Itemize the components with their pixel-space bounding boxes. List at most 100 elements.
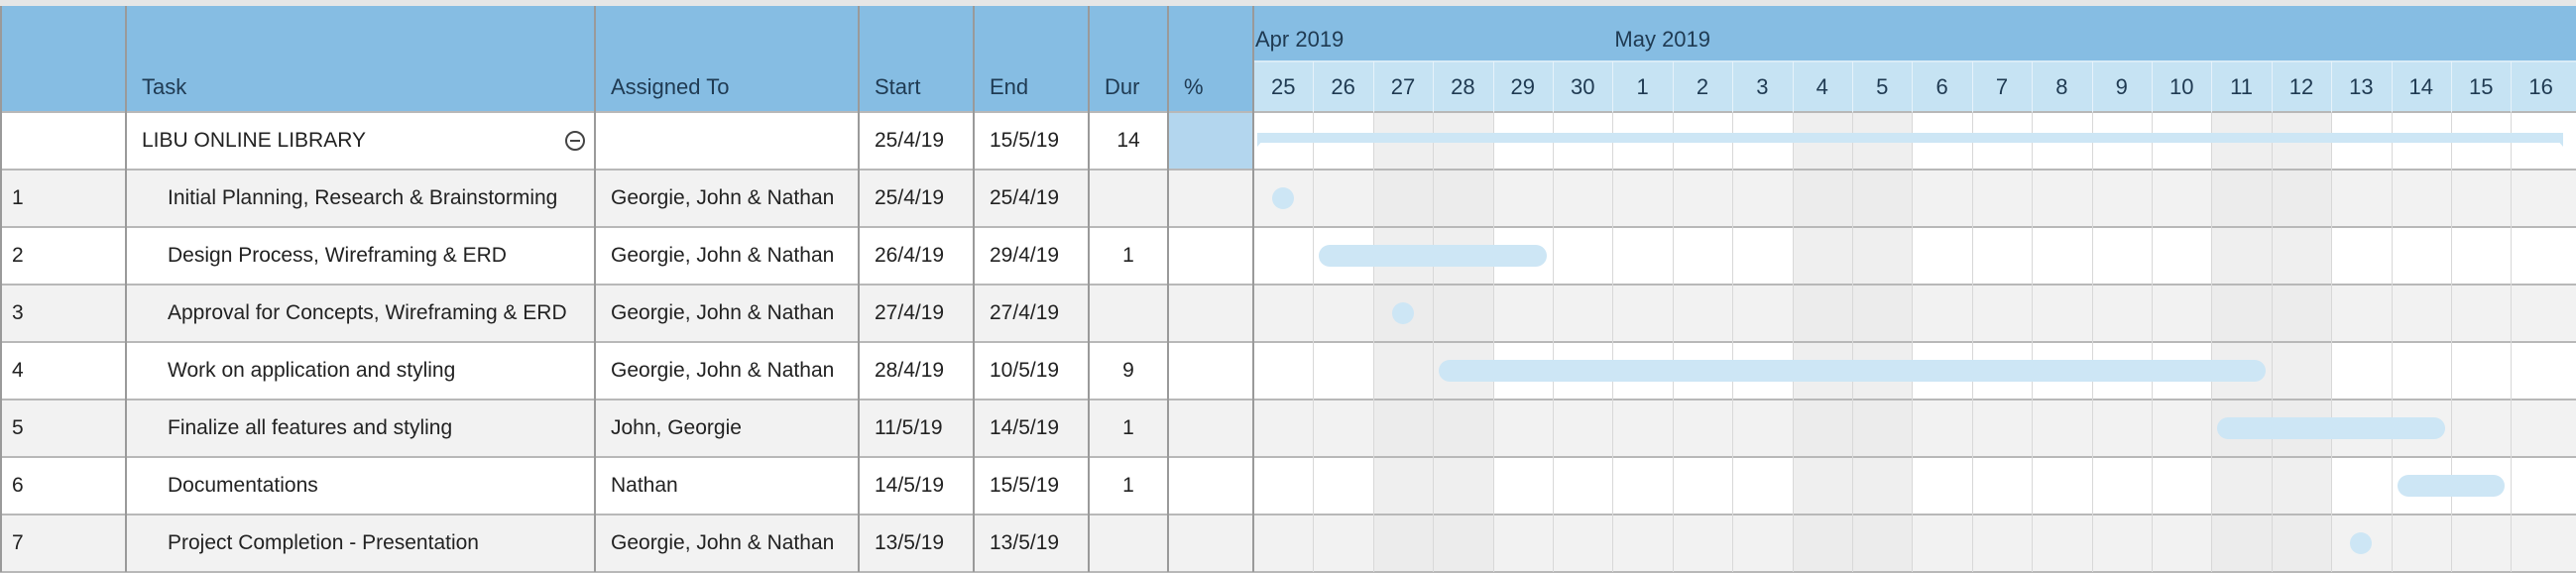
day-divider bbox=[1492, 112, 1494, 572]
day-divider bbox=[2211, 112, 2213, 572]
task-duration[interactable] bbox=[1089, 285, 1168, 342]
day-divider bbox=[1792, 112, 1794, 572]
day-divider bbox=[1433, 61, 1435, 112]
project-summary-bar[interactable] bbox=[1257, 133, 2563, 143]
task-assigned[interactable]: Nathan bbox=[611, 457, 859, 515]
task-name[interactable]: Initial Planning, Research & Brainstormi… bbox=[168, 170, 591, 227]
day-label: 27 bbox=[1390, 73, 1416, 99]
task-start[interactable]: 14/5/19 bbox=[875, 457, 974, 515]
row-number: 2 bbox=[12, 244, 24, 267]
month-header-bar bbox=[1253, 6, 2576, 61]
task-end[interactable]: 14/5/19 bbox=[990, 400, 1089, 457]
column-header-task[interactable]: Task bbox=[142, 61, 595, 112]
task-name[interactable]: Finalize all features and styling bbox=[168, 400, 591, 457]
task-end[interactable]: 27/4/19 bbox=[990, 285, 1089, 342]
task-assigned[interactable]: Georgie, John & Nathan bbox=[611, 515, 859, 572]
column-header-dur[interactable]: Dur bbox=[1105, 61, 1168, 112]
day-divider bbox=[1553, 112, 1554, 572]
task-assigned[interactable]: Georgie, John & Nathan bbox=[611, 170, 859, 227]
day-divider bbox=[2091, 112, 2093, 572]
task-assigned[interactable]: Georgie, John & Nathan bbox=[611, 285, 859, 342]
day-label: 9 bbox=[2115, 73, 2128, 99]
task-end[interactable]: 29/4/19 bbox=[990, 227, 1089, 285]
task-start[interactable]: 25/4/19 bbox=[875, 170, 974, 227]
task-name[interactable]: Design Process, Wireframing & ERD bbox=[168, 227, 591, 285]
task-end[interactable]: 15/5/19 bbox=[990, 457, 1089, 515]
task-name[interactable]: Project Completion - Presentation bbox=[168, 515, 591, 572]
task-name[interactable]: Approval for Concepts, Wireframing & ERD bbox=[168, 285, 591, 342]
task-name[interactable]: Documentations bbox=[168, 457, 591, 515]
task-assigned[interactable]: Georgie, John & Nathan bbox=[611, 227, 859, 285]
task-start[interactable]: 28/4/19 bbox=[875, 342, 974, 400]
task-start[interactable]: 11/5/19 bbox=[875, 400, 974, 457]
task-bar[interactable] bbox=[1439, 360, 2266, 382]
day-divider bbox=[1672, 112, 1674, 572]
row-number: 6 bbox=[12, 474, 24, 497]
day-label: 3 bbox=[1756, 73, 1769, 99]
task-percent[interactable] bbox=[1184, 227, 1253, 285]
task-start[interactable]: 27/4/19 bbox=[875, 285, 974, 342]
day-divider bbox=[1912, 61, 1914, 112]
project-name[interactable]: LIBU ONLINE LIBRARY bbox=[142, 112, 595, 170]
project-duration[interactable]: 14 bbox=[1089, 112, 1168, 170]
task-end[interactable]: 25/4/19 bbox=[990, 170, 1089, 227]
day-divider bbox=[2451, 112, 2452, 572]
milestone-marker[interactable] bbox=[1392, 302, 1414, 324]
task-percent[interactable] bbox=[1184, 457, 1253, 515]
day-label: 15 bbox=[2468, 73, 2494, 99]
task-duration[interactable]: 1 bbox=[1089, 457, 1168, 515]
task-percent[interactable] bbox=[1184, 170, 1253, 227]
task-bar[interactable] bbox=[2397, 475, 2506, 497]
day-divider bbox=[2391, 61, 2393, 112]
column-header-pct[interactable]: % bbox=[1184, 61, 1253, 112]
day-label: 1 bbox=[1636, 73, 1649, 99]
day-divider bbox=[2271, 61, 2273, 112]
day-label: 7 bbox=[1995, 73, 2009, 99]
day-divider bbox=[2271, 112, 2273, 572]
day-label: 5 bbox=[1876, 73, 1889, 99]
day-divider bbox=[1971, 112, 1973, 572]
task-assigned[interactable]: Georgie, John & Nathan bbox=[611, 342, 859, 400]
day-divider bbox=[1313, 61, 1315, 112]
day-divider bbox=[2451, 61, 2452, 112]
day-divider bbox=[1912, 112, 1914, 572]
day-label: 25 bbox=[1270, 73, 1296, 99]
task-assigned[interactable]: John, Georgie bbox=[611, 400, 859, 457]
task-end[interactable]: 13/5/19 bbox=[990, 515, 1089, 572]
column-header-start[interactable]: Start bbox=[875, 61, 974, 112]
task-end[interactable]: 10/5/19 bbox=[990, 342, 1089, 400]
column-header-end[interactable]: End bbox=[990, 61, 1089, 112]
day-divider bbox=[1672, 61, 1674, 112]
day-divider bbox=[1971, 61, 1973, 112]
task-percent[interactable] bbox=[1184, 285, 1253, 342]
task-name[interactable]: Work on application and styling bbox=[168, 342, 591, 400]
column-header-assigned[interactable]: Assigned To bbox=[611, 61, 859, 112]
day-divider bbox=[1553, 61, 1554, 112]
pct-cell-selected[interactable] bbox=[1168, 112, 1253, 170]
task-duration[interactable] bbox=[1089, 515, 1168, 572]
day-label: 11 bbox=[2230, 73, 2253, 99]
day-divider bbox=[1792, 61, 1794, 112]
project-end[interactable]: 15/5/19 bbox=[990, 112, 1089, 170]
task-duration[interactable]: 1 bbox=[1089, 227, 1168, 285]
task-percent[interactable] bbox=[1184, 400, 1253, 457]
day-divider bbox=[1732, 112, 1734, 572]
day-divider bbox=[2331, 61, 2333, 112]
collapse-icon[interactable] bbox=[565, 131, 585, 151]
task-bar[interactable] bbox=[1319, 245, 1547, 267]
row-number: 7 bbox=[12, 531, 24, 554]
project-start[interactable]: 25/4/19 bbox=[875, 112, 974, 170]
day-divider bbox=[1372, 61, 1374, 112]
day-divider bbox=[2211, 61, 2213, 112]
task-start[interactable]: 26/4/19 bbox=[875, 227, 974, 285]
column-divider bbox=[125, 6, 127, 572]
task-percent[interactable] bbox=[1184, 342, 1253, 400]
task-duration[interactable]: 1 bbox=[1089, 400, 1168, 457]
task-start[interactable]: 13/5/19 bbox=[875, 515, 974, 572]
day-divider bbox=[1433, 112, 1435, 572]
task-duration[interactable] bbox=[1089, 170, 1168, 227]
task-bar[interactable] bbox=[2217, 417, 2445, 439]
day-label: 14 bbox=[2408, 73, 2434, 99]
task-duration[interactable]: 9 bbox=[1089, 342, 1168, 400]
task-percent[interactable] bbox=[1184, 515, 1253, 572]
